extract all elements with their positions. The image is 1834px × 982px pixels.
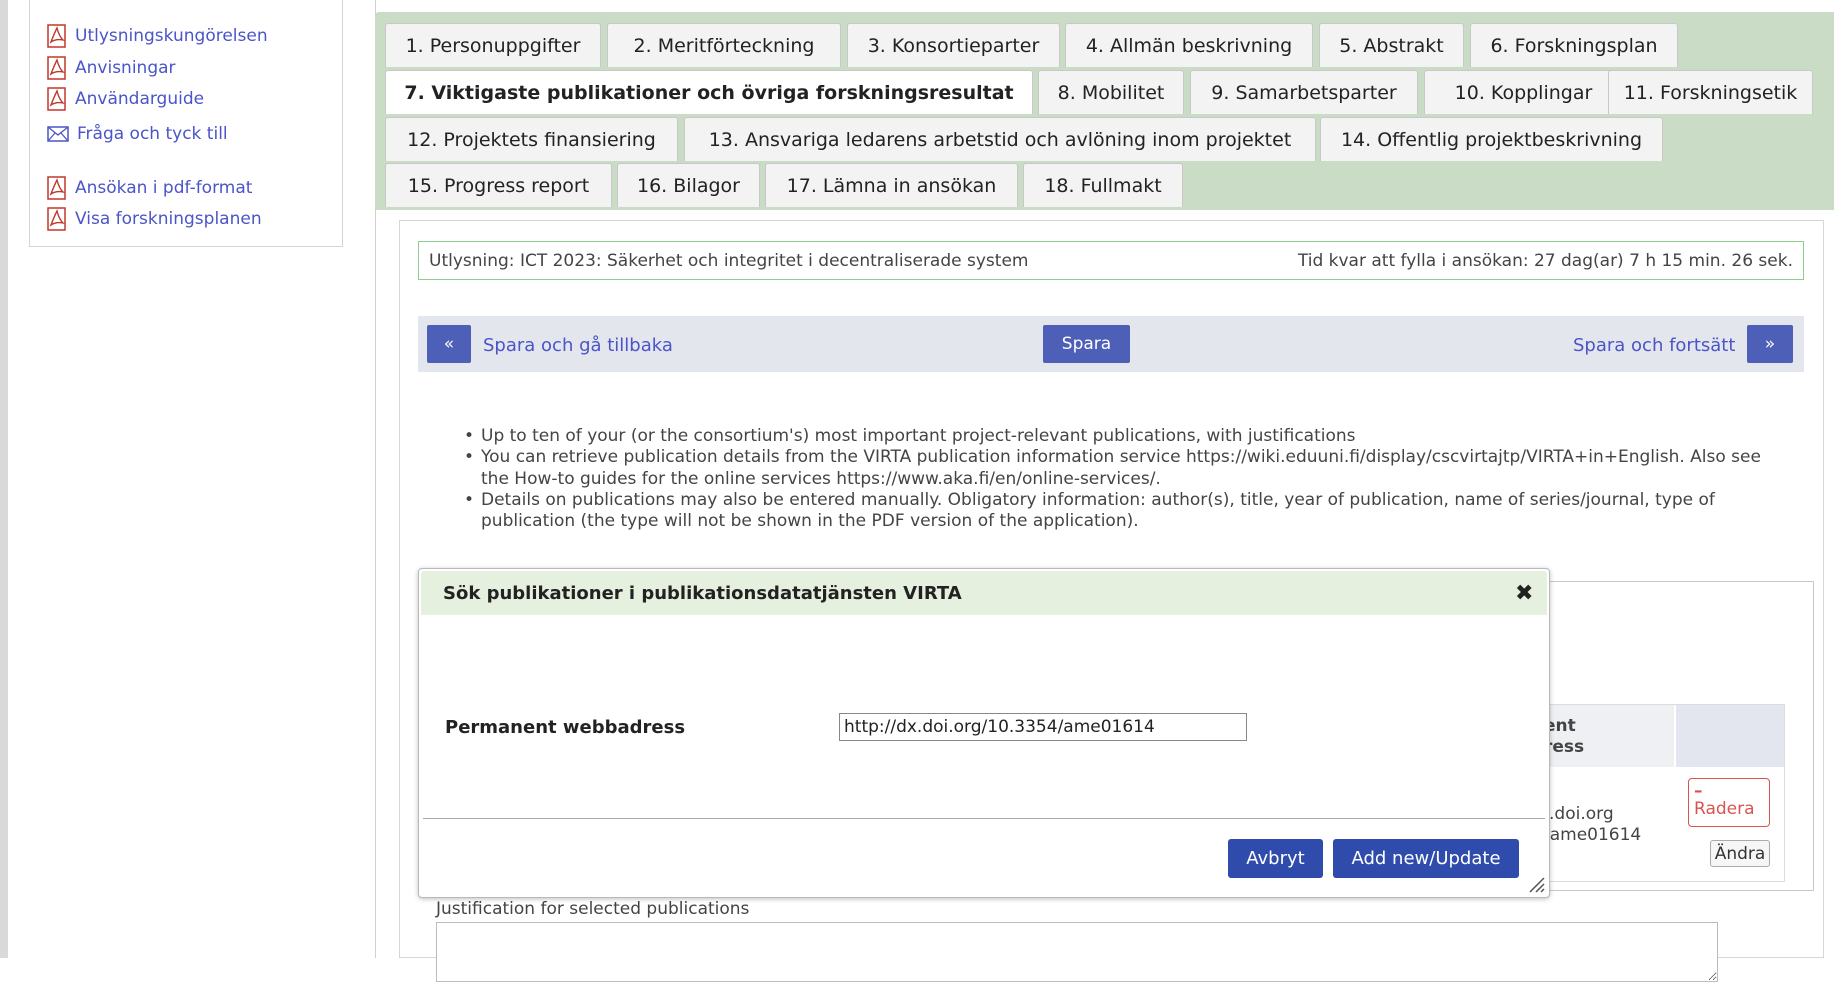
sidebar-link-feedback[interactable]: Fråga och tyck till — [47, 124, 228, 144]
table-cell-line1: .doi.org — [1549, 804, 1614, 824]
instruction-item: Up to ten of your (or the consortium's) … — [464, 426, 1784, 448]
save-button[interactable]: Spara — [1043, 325, 1130, 363]
resize-grip-icon[interactable] — [1527, 875, 1545, 893]
forward-button[interactable]: » — [1747, 325, 1793, 363]
tab-research-plan[interactable]: 6. Forskningsplan — [1470, 23, 1678, 67]
virta-search-dialog: Sök publikationer i publikationsdatatjän… — [418, 568, 1550, 898]
dialog-header: Sök publikationer i publikationsdatatjän… — [421, 571, 1547, 615]
tab-project-funding[interactable]: 12. Projektets finansiering — [385, 117, 678, 161]
sidebar-link-label: Visa forskningsplanen — [75, 209, 262, 229]
add-update-button[interactable]: Add new/Update — [1333, 839, 1519, 878]
forward-icon: » — [1764, 334, 1776, 354]
sidebar-link-research-plan[interactable]: Visa forskningsplanen — [47, 207, 262, 231]
pdf-icon — [47, 56, 66, 80]
justification-label: Justification for selected publications — [436, 899, 750, 919]
sidebar-link-application-pdf[interactable]: Ansökan i pdf-format — [47, 176, 252, 200]
delete-label: Radera — [1694, 799, 1755, 819]
tab-consortium-parties[interactable]: 3. Konsortieparter — [847, 23, 1060, 67]
tab-personal-details[interactable]: 1. Personuppgifter — [385, 23, 601, 67]
instruction-item: Details on publications may also be ente… — [464, 490, 1784, 533]
dialog-divider — [423, 818, 1545, 819]
tab-pi-working-time[interactable]: 13. Ansvariga ledarens arbetstid och avl… — [684, 117, 1316, 161]
back-button[interactable]: « — [427, 325, 471, 363]
justification-textarea[interactable] — [436, 922, 1718, 982]
permanent-url-input[interactable] — [839, 713, 1247, 741]
sidebar-link-user-guide[interactable]: Användarguide — [47, 87, 204, 111]
tab-collaborators[interactable]: 9. Samarbetsparter — [1190, 70, 1418, 114]
cancel-button[interactable]: Avbryt — [1228, 839, 1323, 878]
save-and-back-link[interactable]: Spara och gå tillbaka — [483, 335, 673, 356]
tab-links[interactable]: 10. Kopplingar — [1424, 70, 1623, 114]
tab-research-ethics[interactable]: 11. Forskningsetik — [1608, 70, 1813, 114]
tab-mobility[interactable]: 8. Mobilitet — [1038, 70, 1184, 114]
table-cell-line2: /ame01614 — [1544, 825, 1642, 845]
back-icon: « — [443, 334, 455, 354]
sidebar-link-label: Anvisningar — [75, 58, 176, 78]
tab-submit[interactable]: 17. Lämna in ansökan — [765, 163, 1018, 207]
sidebar-link-label: Ansökan i pdf-format — [75, 178, 253, 198]
left-edge — [0, 0, 8, 958]
tab-cv[interactable]: 2. Meritförteckning — [607, 23, 841, 67]
sidebar-link-instructions[interactable]: Anvisningar — [47, 56, 176, 80]
pdf-icon — [47, 207, 66, 231]
sidebar-link-call-announcement[interactable]: Utlysningskungörelsen — [47, 24, 268, 48]
permanent-url-label: Permanent webbadress — [445, 717, 686, 738]
edit-button[interactable]: Ändra — [1710, 840, 1770, 867]
call-info-bar: Utlysning: ICT 2023: Säkerhet och integr… — [418, 241, 1804, 280]
sidebar-link-label: Fråga och tyck till — [77, 124, 228, 144]
sidebar-link-label: Utlysningskungörelsen — [75, 26, 268, 46]
mail-icon — [47, 126, 69, 142]
save-and-continue-link[interactable]: Spara och fortsätt — [1573, 335, 1735, 356]
tab-publications[interactable]: 7. Viktigaste publikationer och övriga f… — [385, 70, 1033, 114]
sidebar-link-label: Användarguide — [75, 89, 205, 109]
table-header-cell — [1530, 705, 1674, 767]
tab-power-of-attorney[interactable]: 18. Fullmakt — [1023, 163, 1183, 207]
pdf-icon — [47, 176, 66, 200]
minus-icon: – — [1694, 781, 1703, 801]
tab-general-description[interactable]: 4. Allmän beskrivning — [1065, 23, 1313, 67]
tab-attachments[interactable]: 16. Bilagor — [617, 163, 760, 207]
instruction-list: Up to ten of your (or the consortium's) … — [464, 426, 1784, 532]
pdf-icon — [47, 24, 66, 48]
close-icon[interactable]: ✖ — [1515, 581, 1533, 606]
instruction-item: You can retrieve publication details fro… — [464, 447, 1784, 490]
column-header-line2: ress — [1544, 737, 1585, 757]
table-header-cell — [1676, 705, 1784, 767]
dialog-title: Sök publikationer i publikationsdatatjän… — [443, 583, 962, 604]
tab-progress-report[interactable]: 15. Progress report — [385, 163, 612, 207]
tab-public-description[interactable]: 14. Offentlig projektbeskrivning — [1320, 117, 1663, 161]
delete-button[interactable]: – Radera — [1688, 778, 1770, 827]
time-left: Tid kvar att fylla i ansökan: 27 dag(ar)… — [1297, 250, 1793, 271]
call-title: Utlysning: ICT 2023: Säkerhet och integr… — [429, 250, 1029, 271]
tab-abstract[interactable]: 5. Abstrakt — [1319, 23, 1464, 67]
pdf-icon — [47, 87, 66, 111]
